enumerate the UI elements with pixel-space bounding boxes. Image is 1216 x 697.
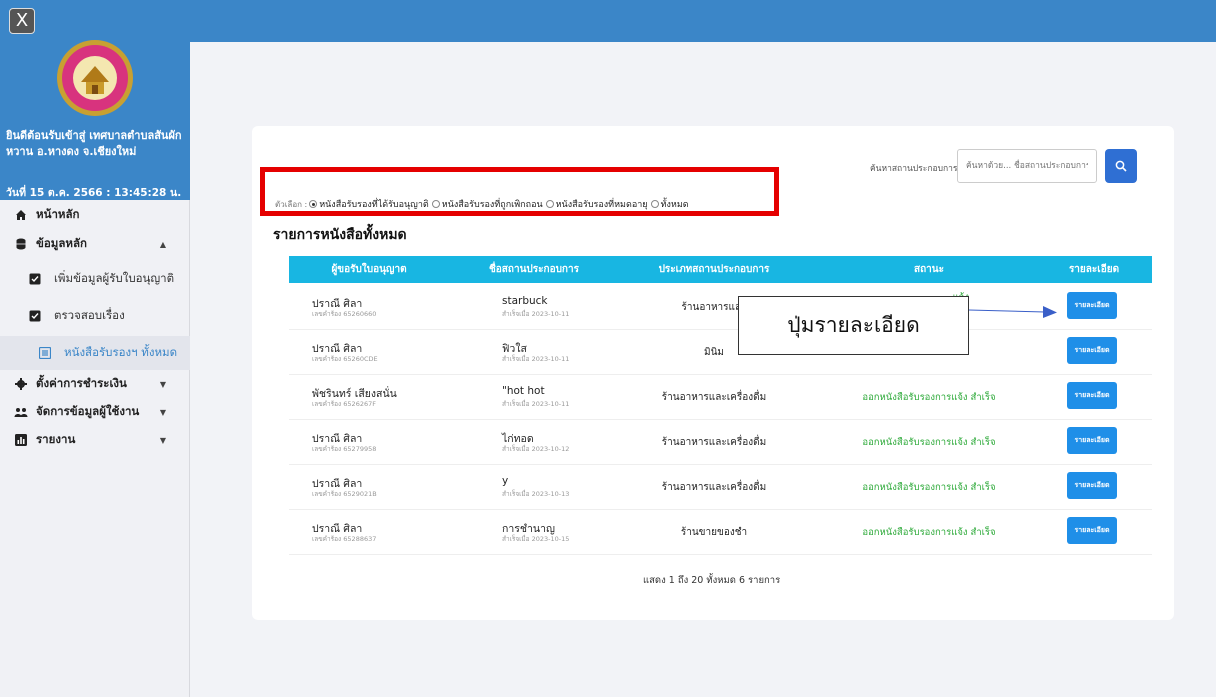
page-title: รายการหนังสือทั้งหมด	[273, 227, 407, 243]
users-icon	[14, 405, 28, 419]
column-header-shop: ชื่อสถานประกอบการ	[489, 264, 579, 275]
completed-date: สำเร็จเมื่อ 2023-10-11	[502, 310, 570, 318]
column-header-applicant: ผู้ขอรับใบอนุญาต	[331, 264, 407, 275]
shop-name: starbuck	[502, 295, 548, 307]
nav-report-label: รายงาน	[36, 432, 76, 446]
table-row: ปราณี ศิลา เลขคำร้อง 65279958 ไก่ทอด สำเ…	[289, 420, 1152, 465]
shop-type: ร้านอาหารและเครื่องดื่ม	[661, 437, 767, 448]
shop-type: ร้านอาหารและเครื่องดื่ม	[661, 482, 767, 493]
completed-date: สำเร็จเมื่อ 2023-10-15	[502, 535, 570, 543]
request-number: เลขคำร้อง 65260CDE	[312, 355, 378, 363]
filter-label: ตัวเลือก :	[275, 199, 308, 209]
completed-date: สำเร็จเมื่อ 2023-10-11	[502, 400, 570, 408]
detail-button[interactable]: รายละเอียด	[1067, 292, 1117, 319]
database-icon	[14, 237, 28, 251]
nav-home[interactable]: หน้าหลัก	[0, 200, 190, 230]
filter-radio-revoked[interactable]: หนังสือรับรองที่ถูกเพิกถอน	[431, 197, 543, 211]
sidebar-item-all-certificates[interactable]: หนังสือรับรองฯ ทั้งหมด	[0, 336, 190, 370]
chevron-down-icon: ▼	[159, 435, 166, 445]
nav-master-data-label: ข้อมูลหลัก	[36, 236, 87, 250]
municipality-logo	[57, 40, 133, 116]
filter-radio-all[interactable]: ทั้งหมด	[650, 197, 689, 211]
arrow-icon	[969, 306, 1057, 318]
status-text: ออกหนังสือรับรองการแจ้ง สำเร็จ	[862, 436, 996, 448]
sidebar-item-label: หนังสือรับรองฯ ทั้งหมด	[64, 345, 178, 359]
shop-name: y	[502, 475, 509, 487]
list-icon	[38, 346, 52, 360]
request-number: เลขคำร้อง 6529021B	[312, 490, 377, 498]
sidebar-header: X ยินดีต้อนรับเข้าสู่ เทศบาลตำบลสันผักหว…	[0, 0, 190, 200]
table-row: พัชรินทร์ เสียงสนั่น เลขคำร้อง 6526267F …	[289, 375, 1152, 420]
sidebar-item-label: เพิ่มข้อมูลผู้รับใบอนุญาติ	[54, 271, 175, 285]
search-button[interactable]	[1105, 149, 1137, 183]
sidebar-item-check-request[interactable]: ตรวจสอบเรื่อง	[0, 299, 190, 333]
filter-radio-approved[interactable]: หนังสือรับรองที่ได้รับอนุญาติ	[309, 197, 429, 211]
radio-icon	[650, 200, 659, 208]
close-button[interactable]: X	[9, 8, 35, 34]
nav-user-management[interactable]: จัดการข้อมูลผู้ใช้งาน ▼	[0, 397, 190, 427]
nav-user-management-label: จัดการข้อมูลผู้ใช้งาน	[36, 404, 140, 418]
request-number: เลขคำร้อง 6526267F	[312, 400, 376, 408]
gear-icon	[14, 377, 28, 391]
radio-icon	[431, 200, 440, 208]
checkbox-icon	[28, 272, 42, 286]
status-text: ออกหนังสือรับรองการแจ้ง สำเร็จ	[862, 481, 996, 493]
chevron-down-icon: ▼	[159, 407, 166, 417]
sidebar: X ยินดีต้อนรับเข้าสู่ เทศบาลตำบลสันผักหว…	[0, 0, 190, 697]
filter-option-label: หนังสือรับรองที่ถูกเพิกถอน	[441, 200, 543, 210]
status-text: ออกหนังสือรับรองการแจ้ง สำเร็จ	[862, 391, 996, 403]
nav-payment-settings-label: ตั้งค่าการชำระเงิน	[36, 376, 127, 390]
pagination-info: แสดง 1 ถึง 20 ทั้งหมด 6 รายการ	[643, 575, 781, 586]
sidebar-item-add-licensee[interactable]: เพิ่มข้อมูลผู้รับใบอนุญาติ	[0, 262, 190, 296]
shop-name: "hot hot	[502, 385, 545, 397]
nav-home-label: หน้าหลัก	[36, 207, 80, 221]
table-row: ปราณี ศิลา เลขคำร้อง 6529021B y สำเร็จเม…	[289, 465, 1152, 510]
request-number: เลขคำร้อง 65260660	[312, 310, 377, 318]
search-label: ค้นหาสถานประกอบการ	[870, 164, 958, 174]
nav-report[interactable]: รายงาน ▼	[0, 425, 190, 455]
column-header-detail: รายละเอียด	[1068, 264, 1120, 275]
filter-options: ตัวเลือก : หนังสือรับรองที่ได้รับอนุญาติ…	[275, 197, 692, 211]
completed-date: สำเร็จเมื่อ 2023-10-12	[502, 445, 570, 453]
status-text: ออกหนังสือรับรองการแจ้ง สำเร็จ	[862, 526, 996, 538]
search-input[interactable]	[957, 149, 1097, 183]
welcome-text: ยินดีต้อนรับเข้าสู่ เทศบาลตำบลสันผักหวาน…	[6, 129, 182, 158]
detail-button[interactable]: รายละเอียด	[1067, 472, 1117, 499]
datetime-text: วันที่ 15 ต.ค. 2566 : 13:45:28 น.	[6, 187, 182, 199]
table-row: ปราณี ศิลา เลขคำร้อง 65288637 การชำนาญ ส…	[289, 510, 1152, 555]
detail-button[interactable]: รายละเอียด	[1067, 337, 1117, 364]
home-icon	[14, 208, 28, 222]
radio-selected-icon	[309, 200, 318, 208]
column-header-type: ประเภทสถานประกอบการ	[658, 264, 770, 275]
annotation-callout: ปุ่มรายละเอียด	[738, 296, 969, 355]
completed-date: สำเร็จเมื่อ 2023-10-11	[502, 355, 570, 363]
detail-button[interactable]: รายละเอียด	[1067, 427, 1117, 454]
filter-option-label: หนังสือรับรองที่หมดอายุ	[555, 200, 648, 210]
chevron-up-icon: ▲	[159, 239, 166, 249]
completed-date: สำเร็จเมื่อ 2023-10-13	[502, 490, 570, 498]
filter-option-label: หนังสือรับรองที่ได้รับอนุญาติ	[319, 200, 429, 210]
shop-type: ร้านอาหารและเครื่องดื่ม	[661, 392, 767, 403]
radio-icon	[545, 200, 554, 208]
table-row: ปราณี ศิลา เลขคำร้อง 65260CDE ฟิวใส สำเร…	[289, 330, 1152, 375]
nav-payment-settings[interactable]: ตั้งค่าการชำระเงิน ▼	[0, 369, 190, 399]
nav-master-data[interactable]: ข้อมูลหลัก ▲	[0, 229, 190, 259]
table-header: ผู้ขอรับใบอนุญาต ชื่อสถานประกอบการ ประเภ…	[289, 256, 1152, 283]
search-icon	[1115, 160, 1127, 172]
filter-option-label: ทั้งหมด	[660, 200, 689, 210]
shop-type: ร้านขายของชำ	[680, 527, 748, 538]
detail-button[interactable]: รายละเอียด	[1067, 517, 1117, 544]
request-number: เลขคำร้อง 65288637	[312, 535, 377, 543]
sidebar-item-label: ตรวจสอบเรื่อง	[54, 308, 125, 322]
filter-radio-expired[interactable]: หนังสือรับรองที่หมดอายุ	[545, 197, 648, 211]
detail-button[interactable]: รายละเอียด	[1067, 382, 1117, 409]
request-number: เลขคำร้อง 65279958	[312, 445, 377, 453]
column-header-status: สถานะ	[914, 264, 944, 275]
chart-icon	[14, 433, 28, 447]
checkbox-icon	[28, 309, 42, 323]
chevron-down-icon: ▼	[159, 379, 166, 389]
top-bar	[190, 0, 1216, 42]
